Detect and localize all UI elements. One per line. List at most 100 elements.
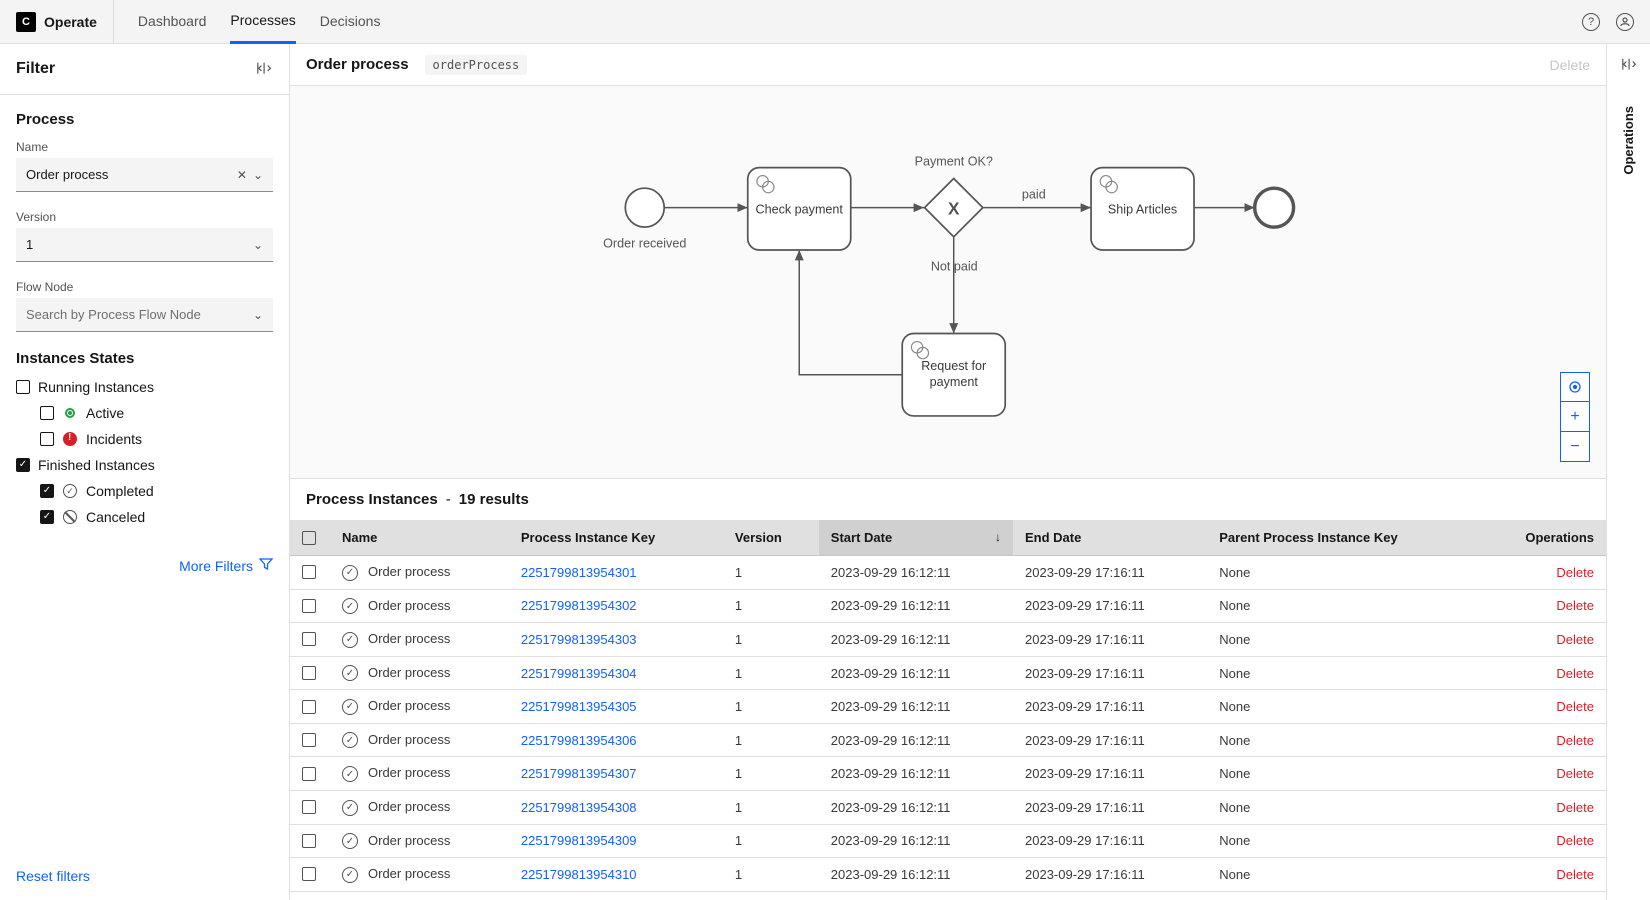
instance-key-link[interactable]: 2251799813954309 [521, 833, 637, 848]
task-ship-label: Ship Articles [1108, 202, 1177, 216]
instances-table: Name Process Instance Key Version Start … [290, 520, 1606, 892]
instance-key-link[interactable]: 2251799813954304 [521, 666, 637, 681]
start-event[interactable] [625, 188, 664, 227]
expand-operations-icon[interactable] [1620, 56, 1638, 74]
col-checkbox[interactable] [290, 520, 330, 556]
row-delete-button[interactable]: Delete [1556, 632, 1594, 647]
row-end: 2023-09-29 17:16:11 [1013, 791, 1207, 825]
checkbox-incidents[interactable] [40, 432, 54, 446]
row-version: 1 [723, 556, 819, 590]
edge-paid-label: paid [1022, 188, 1046, 202]
instance-key-link[interactable]: 2251799813954306 [521, 733, 637, 748]
row-name: Order process [368, 665, 450, 680]
bpmn-diagram[interactable]: Order received Check payment X Payment O… [290, 86, 1606, 479]
instance-key-link[interactable]: 2251799813954308 [521, 800, 637, 815]
instances-table-wrap[interactable]: Name Process Instance Key Version Start … [290, 520, 1606, 900]
row-version: 1 [723, 824, 819, 858]
instance-key-link[interactable]: 2251799813954303 [521, 632, 637, 647]
state-finished[interactable]: Finished Instances [16, 457, 273, 473]
row-delete-button[interactable]: Delete [1556, 598, 1594, 613]
reset-filters-link[interactable]: Reset filters [0, 852, 289, 900]
state-canceled[interactable]: Canceled [40, 509, 273, 525]
row-delete-button[interactable]: Delete [1556, 833, 1594, 848]
row-start: 2023-09-29 16:12:11 [819, 723, 1013, 757]
row-checkbox[interactable] [302, 632, 316, 646]
row-checkbox[interactable] [302, 700, 316, 714]
results-title: Process Instances [306, 491, 438, 508]
clear-name-icon[interactable]: ✕ [237, 168, 247, 182]
gateway-label: Payment OK? [915, 154, 993, 168]
checkbox-canceled[interactable] [40, 510, 54, 524]
row-start: 2023-09-29 16:12:11 [819, 623, 1013, 657]
row-delete-button[interactable]: Delete [1556, 666, 1594, 681]
checkbox-active[interactable] [40, 406, 54, 420]
states-title: Instances States [16, 350, 273, 367]
chevron-down-icon: ⌄ [253, 308, 263, 322]
nav-tab-decisions[interactable]: Decisions [320, 0, 381, 44]
zoom-out-button[interactable]: − [1560, 432, 1590, 462]
instance-key-link[interactable]: 2251799813954302 [521, 598, 637, 613]
col-operations[interactable]: Operations [1481, 520, 1606, 556]
instance-key-link[interactable]: 2251799813954305 [521, 699, 637, 714]
row-delete-button[interactable]: Delete [1556, 733, 1594, 748]
version-select[interactable]: 1 ⌄ [16, 228, 273, 262]
flownode-placeholder: Search by Process Flow Node [26, 307, 201, 322]
nav-tab-processes[interactable]: Processes [230, 0, 295, 44]
more-filters-label: More Filters [179, 558, 253, 574]
row-checkbox[interactable] [302, 767, 316, 781]
col-key[interactable]: Process Instance Key [509, 520, 723, 556]
row-delete-button[interactable]: Delete [1556, 699, 1594, 714]
row-version: 1 [723, 656, 819, 690]
row-checkbox[interactable] [302, 834, 316, 848]
state-completed[interactable]: ✓ Completed [40, 483, 273, 499]
checkbox-completed[interactable] [40, 484, 54, 498]
col-parent-key[interactable]: Parent Process Instance Key [1207, 520, 1481, 556]
flownode-label: Flow Node [16, 280, 273, 294]
table-row: ✓Order process 2251799813954301 1 2023-0… [290, 556, 1606, 590]
help-icon[interactable]: ? [1582, 13, 1600, 31]
completed-icon: ✓ [342, 867, 358, 883]
row-delete-button[interactable]: Delete [1556, 800, 1594, 815]
operations-rail: Operations [1606, 44, 1650, 900]
table-row: ✓Order process 2251799813954307 1 2023-0… [290, 757, 1606, 791]
zoom-in-button[interactable]: + [1560, 402, 1590, 432]
row-checkbox[interactable] [302, 666, 316, 680]
row-checkbox[interactable] [302, 733, 316, 747]
name-select[interactable]: Order process ✕ ⌄ [16, 158, 273, 192]
col-name[interactable]: Name [330, 520, 509, 556]
svg-text:X: X [948, 199, 960, 219]
row-delete-button[interactable]: Delete [1556, 565, 1594, 580]
flownode-select[interactable]: Search by Process Flow Node ⌄ [16, 298, 273, 332]
row-checkbox[interactable] [302, 800, 316, 814]
row-checkbox[interactable] [302, 867, 316, 881]
user-icon[interactable] [1616, 13, 1634, 31]
row-start: 2023-09-29 16:12:11 [819, 556, 1013, 590]
instance-key-link[interactable]: 2251799813954307 [521, 766, 637, 781]
row-version: 1 [723, 690, 819, 724]
row-parent: None [1207, 656, 1481, 690]
col-start-date[interactable]: Start Date↓ [819, 520, 1013, 556]
nav-tab-dashboard[interactable]: Dashboard [138, 0, 207, 44]
col-end-date[interactable]: End Date [1013, 520, 1207, 556]
delete-process-button[interactable]: Delete [1550, 57, 1590, 73]
row-delete-button[interactable]: Delete [1556, 766, 1594, 781]
state-finished-label: Finished Instances [38, 457, 155, 473]
end-event[interactable] [1255, 188, 1294, 227]
checkbox-running[interactable] [16, 380, 30, 394]
row-checkbox[interactable] [302, 599, 316, 613]
instance-key-link[interactable]: 2251799813954310 [521, 867, 637, 882]
col-version[interactable]: Version [723, 520, 819, 556]
more-filters-link[interactable]: More Filters [16, 557, 273, 574]
row-delete-button[interactable]: Delete [1556, 867, 1594, 882]
state-active[interactable]: Active [40, 405, 273, 421]
collapse-sidebar-icon[interactable] [255, 60, 273, 78]
instance-key-link[interactable]: 2251799813954301 [521, 565, 637, 580]
checkbox-finished[interactable] [16, 458, 30, 472]
state-running[interactable]: Running Instances [16, 379, 273, 395]
state-incidents[interactable]: Incidents [40, 431, 273, 447]
row-end: 2023-09-29 17:16:11 [1013, 556, 1207, 590]
logo-block: C Operate [16, 0, 114, 44]
row-checkbox[interactable] [302, 565, 316, 579]
main-header: Order process orderProcess Delete [290, 44, 1606, 86]
zoom-fit-button[interactable] [1560, 372, 1590, 402]
